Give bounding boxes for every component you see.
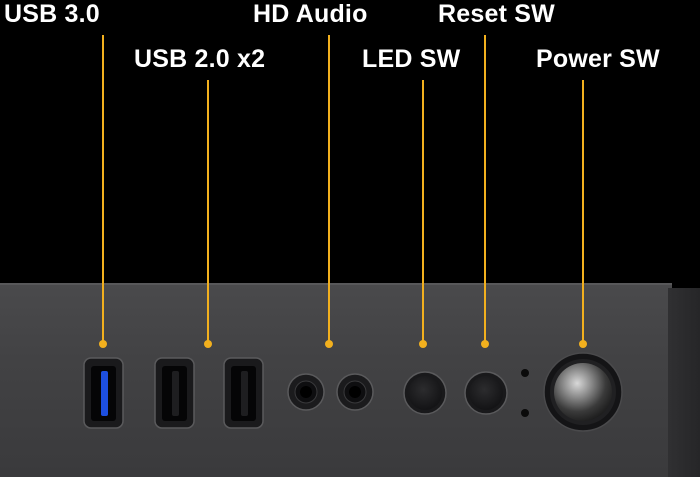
reset-switch-button [464,371,508,415]
hdd-led-indicator [521,409,529,417]
usb2-port-2 [223,357,264,429]
usb2-leader [204,80,212,348]
usb3-leader [99,35,107,348]
usb3-port [83,357,124,429]
reset-sw-leader [481,35,489,348]
power-switch-button [543,352,623,432]
headphone-jack [287,373,325,411]
io-diagram-overlay [83,35,623,432]
leader-lines [99,35,587,348]
hd-audio-leader [325,35,333,348]
power-led-indicator [521,369,529,377]
power-sw-leader [579,80,587,348]
usb2-port-1 [154,357,195,429]
led-switch-button [403,371,447,415]
microphone-jack [336,373,374,411]
led-sw-leader [419,80,427,348]
